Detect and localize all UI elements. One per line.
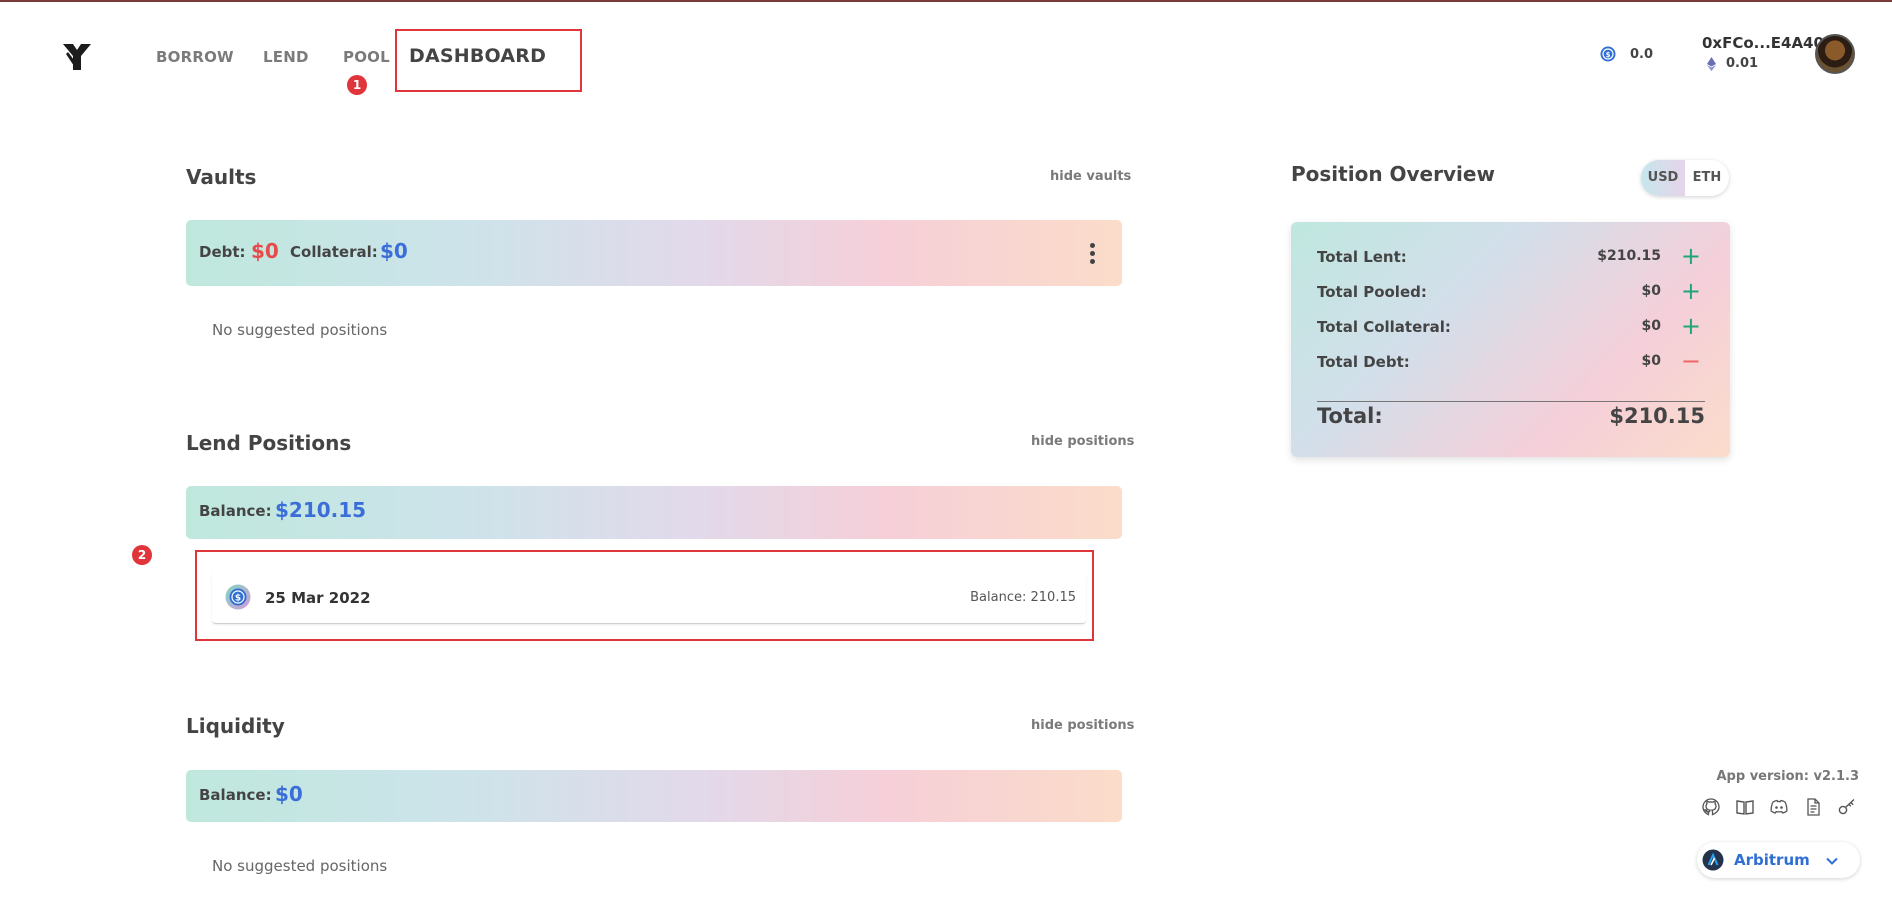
lend-positions-title: Lend Positions: [186, 431, 352, 455]
overview-row-value: $0: [1641, 283, 1661, 299]
overview-row-total-pooled: Total Pooled: $0 +: [1317, 277, 1707, 305]
add-lend-icon[interactable]: +: [1681, 242, 1701, 270]
liquidity-title: Liquidity: [186, 714, 285, 738]
network-selector[interactable]: Arbitrum: [1697, 842, 1860, 878]
position-overview-card: Total Lent: $210.15 + Total Pooled: $0 +…: [1291, 222, 1730, 457]
annotation-badge-2: 2: [132, 545, 152, 565]
lend-position-balance: Balance: 210.15: [970, 590, 1076, 605]
usdc-token-icon: $: [1600, 46, 1616, 62]
app-logo-icon[interactable]: [60, 40, 94, 74]
wallet-address[interactable]: 0xFCo...E4A40: [1702, 34, 1824, 52]
overview-total-value: $210.15: [1609, 404, 1705, 428]
overview-divider: [1317, 401, 1705, 402]
discord-icon[interactable]: [1769, 797, 1789, 817]
key-icon[interactable]: [1837, 797, 1857, 817]
collateral-value: $0: [380, 239, 408, 263]
lend-balance-value: $210.15: [275, 498, 367, 522]
book-icon[interactable]: [1735, 797, 1755, 817]
document-icon[interactable]: [1803, 797, 1823, 817]
collateral-label: Collateral:: [290, 243, 378, 261]
footer-links: [1701, 797, 1857, 817]
lend-position-balance-label: Balance:: [970, 590, 1027, 605]
toggle-usd[interactable]: USD: [1641, 160, 1685, 196]
overview-row-value: $0: [1641, 318, 1661, 334]
usdc-icon: $: [225, 584, 251, 610]
position-overview-title: Position Overview: [1291, 162, 1495, 186]
add-collateral-icon[interactable]: +: [1681, 312, 1701, 340]
annotation-badge-1: 1: [347, 75, 367, 95]
overview-row-value: $0: [1641, 353, 1661, 369]
github-icon[interactable]: [1701, 797, 1721, 817]
svg-text:$: $: [235, 594, 241, 604]
nav-borrow[interactable]: BORROW: [156, 48, 234, 66]
overview-row-label: Total Debt:: [1317, 353, 1410, 371]
network-name: Arbitrum: [1734, 851, 1810, 869]
arbitrum-icon: [1702, 849, 1724, 871]
liquidity-empty-note: No suggested positions: [212, 857, 388, 875]
svg-text:$: $: [1606, 51, 1611, 59]
top-border: [0, 0, 1892, 2]
eth-balance: 0.01: [1726, 56, 1759, 71]
nav-lend[interactable]: LEND: [263, 48, 309, 66]
overview-row-total-collateral: Total Collateral: $0 +: [1317, 312, 1707, 340]
vaults-empty-note: No suggested positions: [212, 321, 388, 339]
lend-position-date: 25 Mar 2022: [265, 589, 371, 607]
debt-label: Debt:: [199, 243, 246, 261]
lend-balance-label: Balance:: [199, 502, 272, 520]
liquidity-balance-label: Balance:: [199, 786, 272, 804]
app-version: App version: v2.1.3: [1716, 769, 1860, 784]
overview-row-label: Total Pooled:: [1317, 283, 1427, 301]
liquidity-balance-value: $0: [275, 782, 303, 806]
overview-row-total-lent: Total Lent: $210.15 +: [1317, 242, 1707, 270]
hide-vaults-link[interactable]: hide vaults: [1050, 169, 1131, 184]
vault-menu-icon[interactable]: [1090, 243, 1096, 267]
remove-debt-icon[interactable]: −: [1681, 347, 1701, 375]
chevron-down-icon: [1826, 857, 1838, 865]
vaults-title: Vaults: [186, 165, 257, 189]
toggle-eth[interactable]: ETH: [1685, 160, 1729, 196]
account-info[interactable]: 0xFCo...E4A40 0.01: [1702, 34, 1824, 71]
overview-row-value: $210.15: [1597, 248, 1661, 264]
token-balance: $ 0.0: [1600, 46, 1653, 62]
overview-row-total-debt: Total Debt: $0 −: [1317, 347, 1707, 375]
avatar[interactable]: [1815, 34, 1855, 74]
annotation-box-1: [395, 29, 582, 92]
add-pool-icon[interactable]: +: [1681, 277, 1701, 305]
lend-position-card[interactable]: $ 25 Mar 2022 Balance: 210.15: [212, 571, 1086, 624]
nav-pool[interactable]: POOL: [343, 48, 390, 66]
debt-value: $0: [251, 239, 279, 263]
token-balance-value: 0.0: [1630, 46, 1654, 62]
overview-row-label: Total Lent:: [1317, 248, 1407, 266]
hide-liquidity-positions-link[interactable]: hide positions: [1031, 718, 1134, 733]
liquidity-balance-bar: Balance: $0: [186, 770, 1122, 822]
currency-toggle[interactable]: USD ETH: [1641, 160, 1729, 196]
lend-balance-bar: Balance: $210.15: [186, 486, 1122, 539]
overview-total-label: Total:: [1317, 404, 1383, 428]
ethereum-icon: [1707, 56, 1716, 71]
hide-lend-positions-link[interactable]: hide positions: [1031, 434, 1134, 449]
lend-position-balance-value: 210.15: [1030, 590, 1077, 605]
overview-row-label: Total Collateral:: [1317, 318, 1451, 336]
vaults-summary-bar: Debt: $0 Collateral: $0: [186, 220, 1122, 286]
